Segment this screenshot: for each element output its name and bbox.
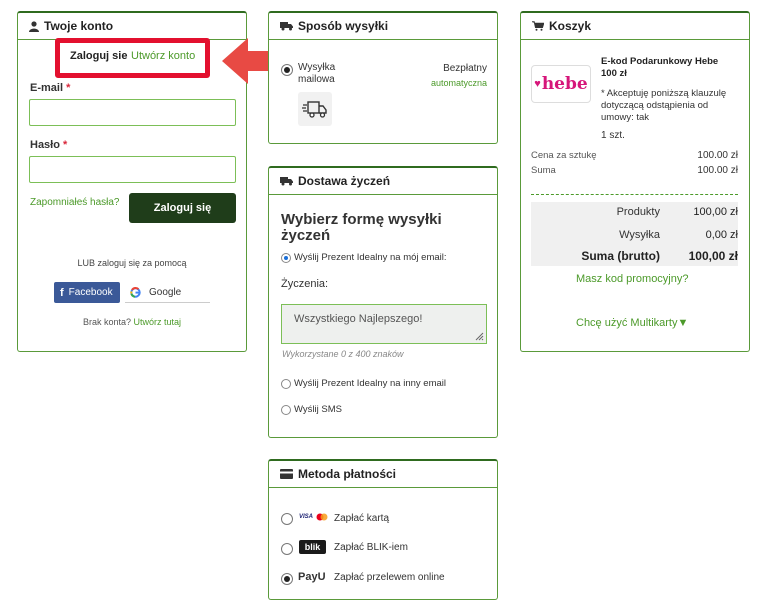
email-label: E-mail * xyxy=(30,82,71,94)
truck-icon xyxy=(280,176,293,186)
google-label: Google xyxy=(149,286,182,298)
wishes-option-my-email: Wyślij Prezent Idealny na mój email: xyxy=(294,252,447,263)
delivery-truck-icon xyxy=(298,92,332,126)
payment-blik-label: Zapłać BLIK-iem xyxy=(334,542,408,553)
create-account-link[interactable]: Utwórz tutaj xyxy=(134,317,182,327)
shipping-option-label: Wysyłka mailowa xyxy=(298,62,336,85)
visa-mastercard-icon: VISA xyxy=(299,513,328,521)
facebook-button[interactable]: f Facebook xyxy=(54,282,120,303)
card-icon xyxy=(280,469,293,479)
hebe-logo: ♥ hebe xyxy=(531,65,591,103)
payu-logo-icon: PayU xyxy=(298,571,326,583)
cart-unit-price-label: Cena za sztukę xyxy=(531,150,597,161)
wishes-panel-header: Dostawa życzeń xyxy=(269,168,497,195)
cart-panel-header: Koszyk xyxy=(521,13,749,40)
promo-code-link[interactable]: Masz kod promocyjny? xyxy=(576,273,689,285)
visa-logo: VISA xyxy=(299,514,314,520)
wishes-panel: Dostawa życzeń xyxy=(268,166,498,438)
account-title: Twoje konto xyxy=(44,19,114,33)
cart-unit-price: 100.00 zł xyxy=(697,150,738,161)
wishes-label: Życzenia: xyxy=(281,278,329,290)
cart-products-value: 100,00 zł xyxy=(693,206,738,218)
cart-sum: 100.00 zł xyxy=(697,165,738,176)
account-panel-header: Twoje konto xyxy=(18,13,246,40)
shipping-price: Bezpłatny xyxy=(443,63,487,74)
cart-sum-label: Suma xyxy=(531,165,556,176)
shipping-radio-email[interactable] xyxy=(281,64,293,76)
cart-icon xyxy=(532,21,544,31)
wishes-option-sms: Wyślij SMS xyxy=(294,404,342,415)
multikarta-link[interactable]: Chcę użyć Multikarty▼ xyxy=(576,317,688,329)
tab-register[interactable]: Utwórz konto xyxy=(131,50,195,62)
wishes-radio-other-email[interactable] xyxy=(281,379,291,389)
facebook-icon: f xyxy=(60,286,64,299)
hebe-logo-text: hebe xyxy=(541,74,588,94)
wishes-radio-my-email[interactable] xyxy=(281,253,291,263)
shipping-panel-header: Sposób wysyłki xyxy=(269,13,497,40)
forgot-password-link[interactable]: Zapomniałeś hasła? xyxy=(30,197,120,208)
wishes-textarea[interactable]: Wszystkiego Najlepszego! xyxy=(281,304,487,344)
cart-divider xyxy=(531,194,738,195)
wishes-char-counter: Wykorzystane 0 z 400 znaków xyxy=(282,349,404,359)
cart-title: Koszyk xyxy=(549,19,592,33)
payment-transfer-label: Zapłać przelewem online xyxy=(334,572,445,583)
cart-shipping-value: 0,00 zł xyxy=(705,229,738,241)
social-login-intro: LUB zaloguj się za pomocą xyxy=(77,258,187,268)
google-button[interactable]: Google xyxy=(125,282,210,303)
google-icon xyxy=(130,286,141,298)
wishes-heading: Wybierz formę wysyłki życzeń xyxy=(281,211,442,244)
truck-icon xyxy=(280,21,293,31)
payment-title: Metoda płatności xyxy=(298,467,397,481)
tab-login[interactable]: Zaloguj sie xyxy=(70,50,127,62)
wishes-text: Wszystkiego Najlepszego! xyxy=(294,313,423,325)
login-button[interactable]: Zaloguj się xyxy=(129,193,236,223)
facebook-label: Facebook xyxy=(68,287,113,298)
hebe-logo-heart-icon: ♥ xyxy=(534,78,541,90)
payment-radio-blik[interactable] xyxy=(281,543,293,555)
cart-shipping-label: Wysyłka xyxy=(619,229,660,241)
wishes-option-other-email: Wyślij Prezent Idealny na inny email xyxy=(294,378,446,389)
user-icon xyxy=(29,20,39,32)
payment-panel-header: Metoda płatności xyxy=(269,461,497,488)
cart-total-label: Suma (brutto) xyxy=(581,249,660,263)
payment-card-label: Zapłać kartą xyxy=(334,513,390,524)
shipping-title: Sposób wysyłki xyxy=(298,19,389,33)
payment-radio-card[interactable] xyxy=(281,513,293,525)
cart-product-terms: * Akceptuję poniższą klauzulę dotyczącą … xyxy=(601,88,727,123)
wishes-radio-sms[interactable] xyxy=(281,405,291,415)
password-input[interactable] xyxy=(29,156,236,183)
no-account-text: Brak konta? xyxy=(82,317,131,327)
cart-total-value: 100,00 zł xyxy=(688,249,738,263)
cart-qty: 1 szt. xyxy=(601,130,625,141)
email-input[interactable] xyxy=(29,99,236,126)
no-account-line: Brak konta? Utwórz tutaj xyxy=(17,317,247,327)
blik-logo-icon: blik xyxy=(299,540,326,554)
cart-products-label: Produkty xyxy=(616,206,660,218)
cart-product-name: E-kod Podarunkowy Hebe 100 zł xyxy=(601,56,719,79)
resize-handle-icon[interactable] xyxy=(475,332,484,341)
shipping-auto: automatyczna xyxy=(430,78,487,88)
wishes-title: Dostawa życzeń xyxy=(298,174,391,188)
password-label: Hasło * xyxy=(30,139,68,151)
payment-radio-transfer[interactable] xyxy=(281,573,293,585)
